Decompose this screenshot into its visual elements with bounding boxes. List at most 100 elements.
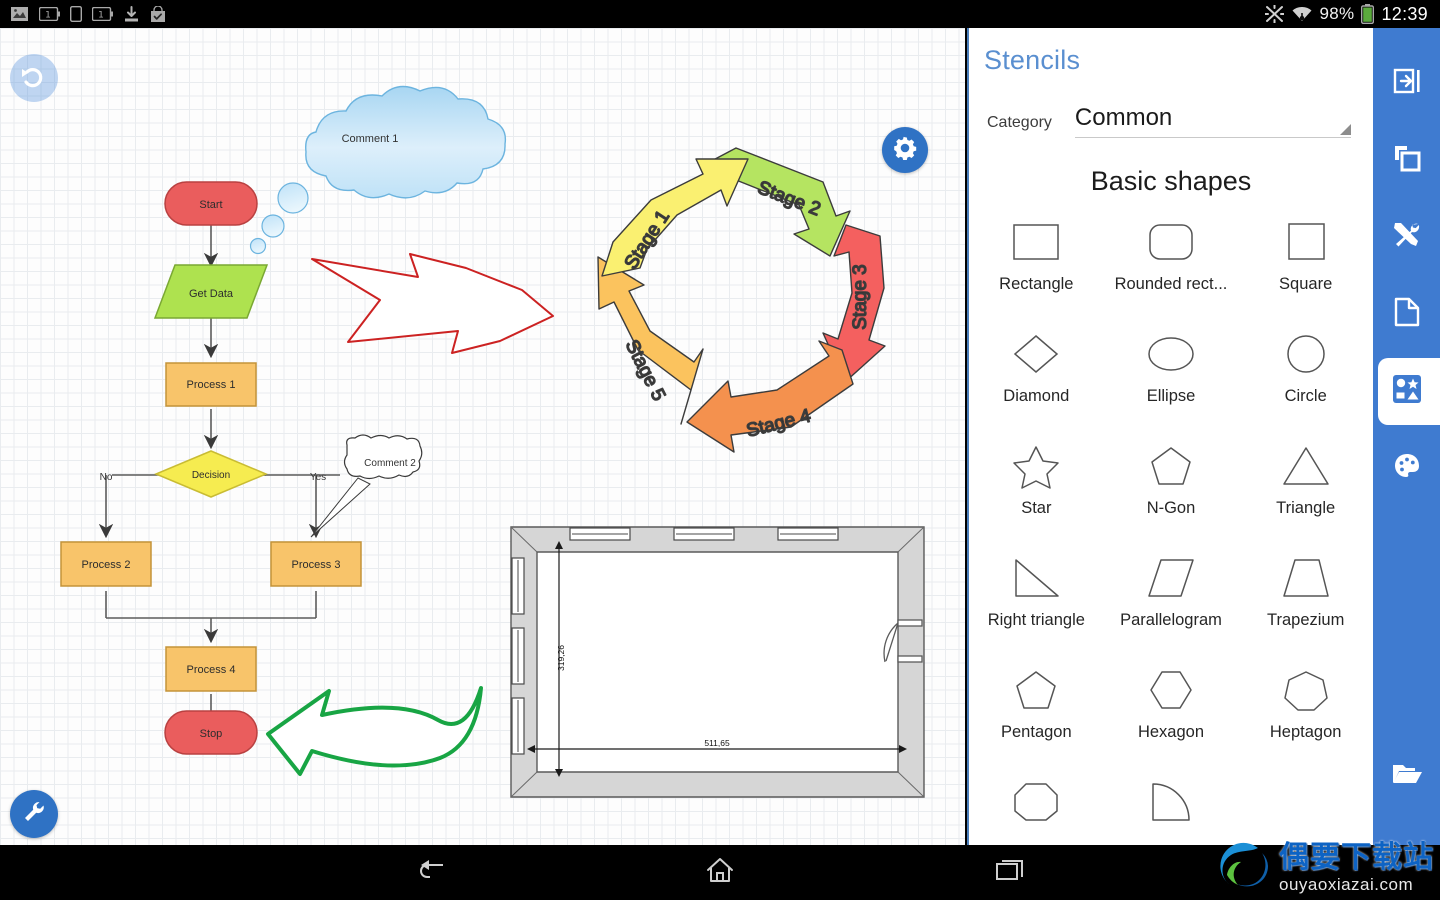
battery-badge-icon: 1: [92, 7, 113, 21]
cycle-diagram: Stage 1 Stage 2 Stage 3 Stage 4 Stage 5: [597, 147, 886, 453]
stencil-item-blank[interactable]: [1238, 771, 1373, 845]
stencil-item-triangle[interactable]: Triangle: [1238, 435, 1373, 547]
diagram-canvas[interactable]: No Yes Start Get Data Process 1 Decision…: [0, 28, 965, 845]
stencils-title: Stencils: [984, 45, 1081, 75]
watermark-logo-icon: [1217, 839, 1273, 896]
floorplan-width-dim: 511,65: [704, 738, 730, 748]
shapes-button[interactable]: [1373, 358, 1440, 425]
stencil-item-right-triangle[interactable]: Right triangle: [969, 547, 1104, 659]
right-triangle-shape-icon: [1008, 547, 1064, 609]
comment-cloud-1: Comment 1: [249, 85, 507, 255]
stencil-item-rectangle[interactable]: Rectangle: [969, 211, 1104, 323]
stencil-label: Ellipse: [1146, 387, 1196, 405]
green-curved-arrow: [266, 686, 483, 776]
page-icon: [1393, 297, 1421, 332]
stencil-item-rounded-rectangle[interactable]: Rounded rect...: [1104, 211, 1239, 323]
triangle-shape-icon: [1278, 435, 1334, 497]
stencil-item-trapezium[interactable]: Trapezium: [1238, 547, 1373, 659]
red-block-arrow: [311, 253, 554, 354]
battery-percent-label: 98%: [1319, 4, 1355, 23]
page-button[interactable]: [1373, 281, 1440, 348]
watermark-text: 偶要下载站 ouyaoxiazai.com: [1279, 840, 1434, 894]
floorplan-height-dim: 319,26: [556, 645, 566, 671]
stencil-item-quarter-circle[interactable]: [1104, 771, 1239, 845]
stencil-item-ellipse[interactable]: Ellipse: [1104, 323, 1239, 435]
stencil-item-circle[interactable]: Circle: [1238, 323, 1373, 435]
open-folder-icon: [1391, 761, 1423, 792]
stencil-label: Triangle: [1276, 499, 1336, 517]
home-icon: [706, 857, 734, 888]
stencil-label: Diamond: [1003, 387, 1070, 405]
layers-icon: [1392, 143, 1422, 178]
category-label: Category: [987, 114, 1052, 131]
shapes-icon: [1391, 373, 1423, 410]
back-icon: [415, 858, 445, 887]
tools-fab-button[interactable]: [10, 790, 58, 838]
download-icon: [123, 5, 140, 23]
recents-icon: [995, 858, 1025, 887]
watermark-en-label: ouyaoxiazai.com: [1279, 874, 1414, 894]
node-label-process3: Process 3: [292, 559, 341, 571]
diamond-shape-icon: [1008, 323, 1064, 385]
watermark-cn-label: 偶要下载站: [1279, 840, 1434, 874]
nav-home-button[interactable]: [653, 857, 788, 888]
comment-1-label: Comment 1: [342, 133, 399, 145]
layers-button[interactable]: [1373, 127, 1440, 194]
stencil-item-hexagon[interactable]: Hexagon: [1104, 659, 1239, 771]
nav-back-button[interactable]: [363, 857, 498, 888]
stencil-item-diamond[interactable]: Diamond: [969, 323, 1104, 435]
stencil-label: N-Gon: [1146, 499, 1196, 517]
battery-icon: [1361, 4, 1375, 24]
stencil-item-star[interactable]: Star: [969, 435, 1104, 547]
pentagon-shape-icon: [1008, 659, 1064, 721]
stencil-label: Circle: [1284, 387, 1327, 405]
ellipse-shape-icon: [1143, 323, 1199, 385]
nav-recents-button[interactable]: [943, 857, 1078, 888]
edge-label-yes: Yes: [310, 472, 326, 483]
wifi-icon: [1291, 5, 1313, 23]
node-label-getdata: Get Data: [189, 288, 234, 300]
right-toolbar-bottom: [1373, 743, 1440, 810]
undo-button[interactable]: [10, 54, 58, 102]
stencil-label: Star: [1021, 499, 1052, 517]
stencil-label: Square: [1279, 275, 1333, 293]
stencil-item-square[interactable]: Square: [1238, 211, 1373, 323]
node-label-stop: Stop: [200, 728, 223, 740]
bluetooth-off-icon: [1264, 5, 1284, 23]
category-dropdown[interactable]: Common: [1074, 104, 1351, 138]
app-root: 1 1 98% 12:39 No Yes Start Get Data Proc…: [0, 0, 1440, 900]
right-toolbar: [1373, 28, 1440, 845]
status-notification-icons: 1 1: [0, 5, 166, 23]
hexagon-shape-icon: [1143, 659, 1199, 721]
stencil-label: Hexagon: [1137, 723, 1205, 741]
stencil-label: Rounded rect...: [1114, 275, 1228, 293]
tools-icon: [1392, 220, 1422, 255]
palette-icon: [1392, 451, 1422, 486]
sim-card-icon: [70, 6, 82, 22]
gallery-icon: [10, 6, 29, 22]
stage-3-label: Stage 3: [850, 264, 871, 330]
stencil-label: Parallelogram: [1120, 611, 1222, 629]
shape-grid: Rectangle Rounded rect... Square Diamond: [969, 211, 1373, 845]
open-folder-button[interactable]: [1373, 743, 1440, 810]
stencil-item-heptagon[interactable]: Heptagon: [1238, 659, 1373, 771]
stencil-item-parallelogram[interactable]: Parallelogram: [1104, 547, 1239, 659]
checked-bag-icon: [150, 5, 166, 23]
node-label-process1: Process 1: [187, 379, 236, 391]
stencils-panel: Stencils Category Common Basic shapes Re…: [967, 28, 1373, 845]
shape-group-title: Basic shapes: [1090, 166, 1252, 196]
quarter-circle-shape-icon: [1143, 771, 1199, 833]
stencil-label: Right triangle: [987, 611, 1085, 629]
palette-button[interactable]: [1373, 435, 1440, 502]
square-shape-icon: [1278, 211, 1334, 273]
stencil-item-ngon[interactable]: N-Gon: [1104, 435, 1239, 547]
stencil-item-octagon[interactable]: [969, 771, 1104, 845]
stencil-item-pentagon[interactable]: Pentagon: [969, 659, 1104, 771]
collapse-panel-button[interactable]: [1373, 50, 1440, 117]
wrench-icon: [20, 798, 48, 831]
settings-fab-button[interactable]: [882, 127, 928, 173]
star-shape-icon: [1008, 435, 1064, 497]
floorplan-drawing: 319,26 511,65: [510, 526, 925, 798]
tools-button[interactable]: [1373, 204, 1440, 271]
trapezium-shape-icon: [1278, 547, 1334, 609]
